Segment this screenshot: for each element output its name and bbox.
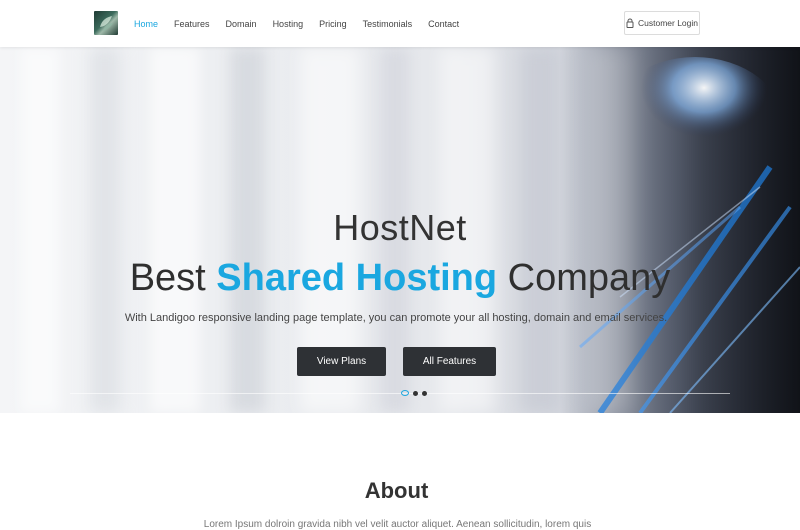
hero-heading: Best Shared Hosting Company bbox=[0, 257, 800, 300]
view-plans-button[interactable]: View Plans bbox=[297, 347, 386, 376]
nav-item-hosting[interactable]: Hosting bbox=[273, 19, 304, 29]
logo[interactable] bbox=[94, 11, 118, 35]
customer-login-button[interactable]: Customer Login bbox=[624, 11, 700, 35]
customer-login-label: Customer Login bbox=[637, 18, 698, 28]
hero-title: HostNet bbox=[333, 207, 467, 248]
main-nav: Home Features Domain Hosting Pricing Tes… bbox=[134, 0, 475, 47]
nav-item-features[interactable]: Features bbox=[174, 19, 210, 29]
about-title: About bbox=[364, 478, 429, 503]
slider-dot-3[interactable] bbox=[422, 390, 427, 396]
nav-item-home[interactable]: Home bbox=[134, 19, 158, 29]
hero-heading-accent: Shared Hosting bbox=[216, 257, 498, 299]
nav-item-contact[interactable]: Contact bbox=[428, 19, 459, 29]
nav-item-testimonials[interactable]: Testimonials bbox=[363, 19, 413, 29]
hero-heading-pre: Best bbox=[129, 257, 206, 299]
all-features-button[interactable]: All Features bbox=[403, 347, 496, 376]
slider-dot-1[interactable] bbox=[401, 390, 409, 396]
nav-item-pricing[interactable]: Pricing bbox=[319, 19, 347, 29]
hero-heading-post: Company bbox=[507, 257, 671, 299]
hero-divider bbox=[70, 393, 730, 394]
hero-slider: HostNet Best Shared Hosting Company With… bbox=[0, 47, 800, 413]
hero-subtitle: With Landigoo responsive landing page te… bbox=[124, 312, 668, 324]
leaf-icon bbox=[100, 16, 113, 31]
nav-item-domain[interactable]: Domain bbox=[226, 19, 257, 29]
lock-icon bbox=[626, 18, 634, 28]
site-header: Home Features Domain Hosting Pricing Tes… bbox=[0, 0, 800, 47]
slider-pagination bbox=[401, 390, 427, 396]
about-text: Lorem Ipsum dolroin gravida nibh vel vel… bbox=[203, 519, 592, 530]
slider-dot-2[interactable] bbox=[413, 390, 418, 396]
